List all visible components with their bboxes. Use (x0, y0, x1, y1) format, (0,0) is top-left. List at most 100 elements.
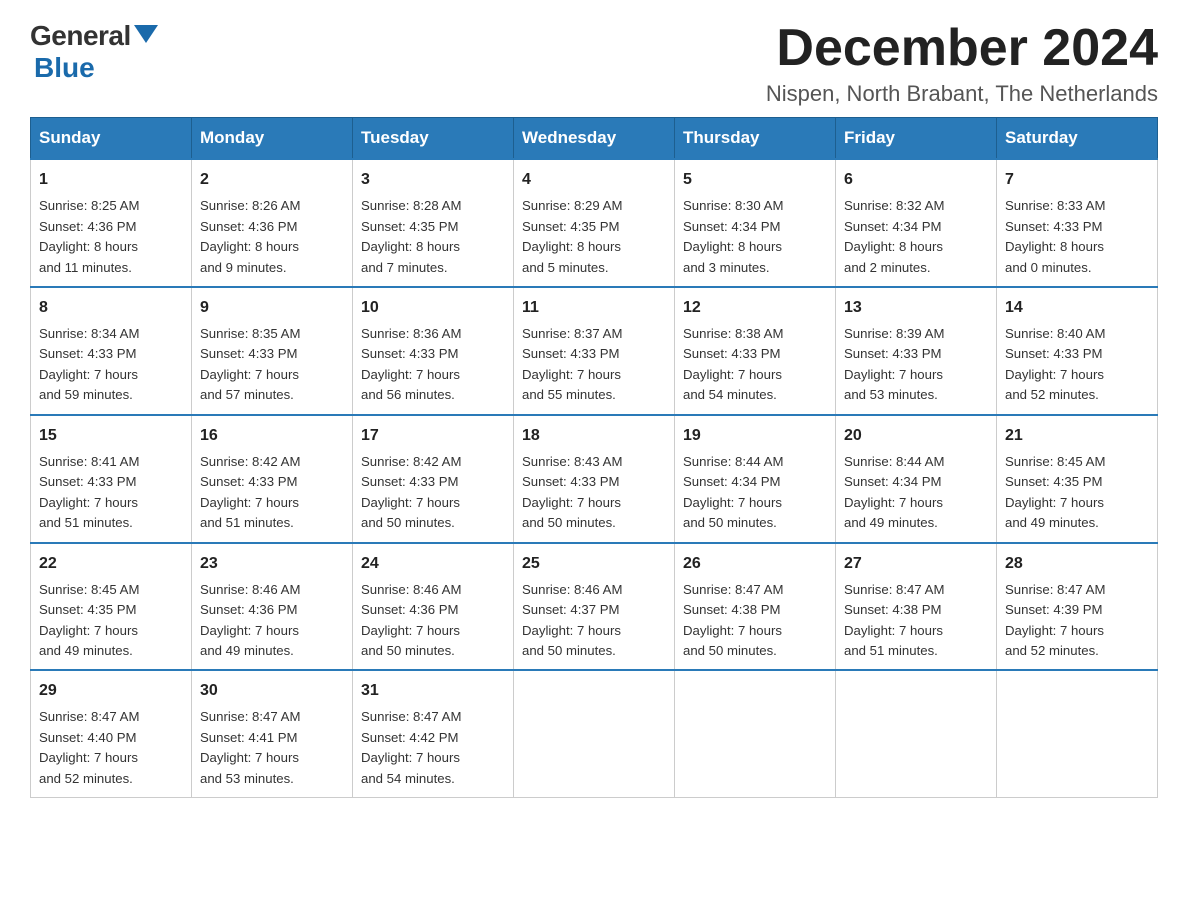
day-info: Sunrise: 8:33 AMSunset: 4:33 PMDaylight:… (1005, 198, 1105, 274)
calendar-cell (675, 670, 836, 797)
day-info: Sunrise: 8:47 AMSunset: 4:41 PMDaylight:… (200, 709, 300, 785)
calendar-cell: 5 Sunrise: 8:30 AMSunset: 4:34 PMDayligh… (675, 159, 836, 287)
calendar-cell: 27 Sunrise: 8:47 AMSunset: 4:38 PMDaylig… (836, 543, 997, 671)
day-number: 3 (361, 168, 505, 192)
day-info: Sunrise: 8:34 AMSunset: 4:33 PMDaylight:… (39, 326, 139, 402)
calendar-cell: 15 Sunrise: 8:41 AMSunset: 4:33 PMDaylig… (31, 415, 192, 543)
day-info: Sunrise: 8:37 AMSunset: 4:33 PMDaylight:… (522, 326, 622, 402)
day-info: Sunrise: 8:32 AMSunset: 4:34 PMDaylight:… (844, 198, 944, 274)
calendar-cell: 31 Sunrise: 8:47 AMSunset: 4:42 PMDaylig… (353, 670, 514, 797)
day-info: Sunrise: 8:26 AMSunset: 4:36 PMDaylight:… (200, 198, 300, 274)
day-number: 29 (39, 679, 183, 703)
day-number: 13 (844, 296, 988, 320)
weekday-header-friday: Friday (836, 118, 997, 160)
calendar-cell: 2 Sunrise: 8:26 AMSunset: 4:36 PMDayligh… (192, 159, 353, 287)
day-info: Sunrise: 8:44 AMSunset: 4:34 PMDaylight:… (844, 454, 944, 530)
day-number: 18 (522, 424, 666, 448)
day-info: Sunrise: 8:47 AMSunset: 4:38 PMDaylight:… (844, 582, 944, 658)
calendar-body: 1 Sunrise: 8:25 AMSunset: 4:36 PMDayligh… (31, 159, 1158, 798)
day-info: Sunrise: 8:25 AMSunset: 4:36 PMDaylight:… (39, 198, 139, 274)
logo-blue-text: Blue (34, 52, 95, 84)
day-number: 25 (522, 552, 666, 576)
day-info: Sunrise: 8:45 AMSunset: 4:35 PMDaylight:… (39, 582, 139, 658)
day-info: Sunrise: 8:29 AMSunset: 4:35 PMDaylight:… (522, 198, 622, 274)
calendar-cell: 20 Sunrise: 8:44 AMSunset: 4:34 PMDaylig… (836, 415, 997, 543)
calendar-cell: 8 Sunrise: 8:34 AMSunset: 4:33 PMDayligh… (31, 287, 192, 415)
calendar: SundayMondayTuesdayWednesdayThursdayFrid… (30, 117, 1158, 798)
day-info: Sunrise: 8:41 AMSunset: 4:33 PMDaylight:… (39, 454, 139, 530)
title-area: December 2024 Nispen, North Brabant, The… (766, 20, 1158, 107)
day-info: Sunrise: 8:39 AMSunset: 4:33 PMDaylight:… (844, 326, 944, 402)
calendar-cell: 28 Sunrise: 8:47 AMSunset: 4:39 PMDaylig… (997, 543, 1158, 671)
weekday-header-tuesday: Tuesday (353, 118, 514, 160)
logo: General Blue (30, 20, 158, 84)
calendar-cell (997, 670, 1158, 797)
calendar-cell: 7 Sunrise: 8:33 AMSunset: 4:33 PMDayligh… (997, 159, 1158, 287)
day-number: 31 (361, 679, 505, 703)
day-info: Sunrise: 8:47 AMSunset: 4:40 PMDaylight:… (39, 709, 139, 785)
day-info: Sunrise: 8:36 AMSunset: 4:33 PMDaylight:… (361, 326, 461, 402)
day-number: 2 (200, 168, 344, 192)
weekday-header-sunday: Sunday (31, 118, 192, 160)
day-info: Sunrise: 8:45 AMSunset: 4:35 PMDaylight:… (1005, 454, 1105, 530)
calendar-cell: 23 Sunrise: 8:46 AMSunset: 4:36 PMDaylig… (192, 543, 353, 671)
calendar-cell: 16 Sunrise: 8:42 AMSunset: 4:33 PMDaylig… (192, 415, 353, 543)
calendar-cell: 14 Sunrise: 8:40 AMSunset: 4:33 PMDaylig… (997, 287, 1158, 415)
day-info: Sunrise: 8:42 AMSunset: 4:33 PMDaylight:… (361, 454, 461, 530)
page-title: December 2024 (766, 20, 1158, 77)
day-number: 24 (361, 552, 505, 576)
calendar-cell: 18 Sunrise: 8:43 AMSunset: 4:33 PMDaylig… (514, 415, 675, 543)
day-info: Sunrise: 8:47 AMSunset: 4:42 PMDaylight:… (361, 709, 461, 785)
calendar-cell: 30 Sunrise: 8:47 AMSunset: 4:41 PMDaylig… (192, 670, 353, 797)
calendar-cell: 13 Sunrise: 8:39 AMSunset: 4:33 PMDaylig… (836, 287, 997, 415)
calendar-cell: 10 Sunrise: 8:36 AMSunset: 4:33 PMDaylig… (353, 287, 514, 415)
day-info: Sunrise: 8:47 AMSunset: 4:38 PMDaylight:… (683, 582, 783, 658)
day-number: 21 (1005, 424, 1149, 448)
calendar-cell: 29 Sunrise: 8:47 AMSunset: 4:40 PMDaylig… (31, 670, 192, 797)
day-number: 16 (200, 424, 344, 448)
day-info: Sunrise: 8:46 AMSunset: 4:36 PMDaylight:… (361, 582, 461, 658)
day-number: 9 (200, 296, 344, 320)
day-info: Sunrise: 8:42 AMSunset: 4:33 PMDaylight:… (200, 454, 300, 530)
logo-triangle-icon (134, 25, 158, 43)
subtitle: Nispen, North Brabant, The Netherlands (766, 81, 1158, 107)
day-info: Sunrise: 8:40 AMSunset: 4:33 PMDaylight:… (1005, 326, 1105, 402)
weekday-header-thursday: Thursday (675, 118, 836, 160)
day-number: 23 (200, 552, 344, 576)
day-number: 12 (683, 296, 827, 320)
calendar-cell: 9 Sunrise: 8:35 AMSunset: 4:33 PMDayligh… (192, 287, 353, 415)
day-number: 7 (1005, 168, 1149, 192)
day-info: Sunrise: 8:44 AMSunset: 4:34 PMDaylight:… (683, 454, 783, 530)
day-number: 22 (39, 552, 183, 576)
day-info: Sunrise: 8:35 AMSunset: 4:33 PMDaylight:… (200, 326, 300, 402)
calendar-cell: 17 Sunrise: 8:42 AMSunset: 4:33 PMDaylig… (353, 415, 514, 543)
calendar-cell: 4 Sunrise: 8:29 AMSunset: 4:35 PMDayligh… (514, 159, 675, 287)
day-info: Sunrise: 8:46 AMSunset: 4:37 PMDaylight:… (522, 582, 622, 658)
calendar-week-3: 15 Sunrise: 8:41 AMSunset: 4:33 PMDaylig… (31, 415, 1158, 543)
weekday-header-monday: Monday (192, 118, 353, 160)
calendar-cell: 19 Sunrise: 8:44 AMSunset: 4:34 PMDaylig… (675, 415, 836, 543)
calendar-week-5: 29 Sunrise: 8:47 AMSunset: 4:40 PMDaylig… (31, 670, 1158, 797)
day-number: 26 (683, 552, 827, 576)
calendar-cell: 3 Sunrise: 8:28 AMSunset: 4:35 PMDayligh… (353, 159, 514, 287)
calendar-cell: 21 Sunrise: 8:45 AMSunset: 4:35 PMDaylig… (997, 415, 1158, 543)
calendar-cell: 26 Sunrise: 8:47 AMSunset: 4:38 PMDaylig… (675, 543, 836, 671)
day-number: 10 (361, 296, 505, 320)
calendar-cell: 1 Sunrise: 8:25 AMSunset: 4:36 PMDayligh… (31, 159, 192, 287)
day-number: 11 (522, 296, 666, 320)
day-number: 4 (522, 168, 666, 192)
calendar-cell: 12 Sunrise: 8:38 AMSunset: 4:33 PMDaylig… (675, 287, 836, 415)
day-number: 1 (39, 168, 183, 192)
day-info: Sunrise: 8:46 AMSunset: 4:36 PMDaylight:… (200, 582, 300, 658)
calendar-week-4: 22 Sunrise: 8:45 AMSunset: 4:35 PMDaylig… (31, 543, 1158, 671)
day-number: 30 (200, 679, 344, 703)
day-number: 14 (1005, 296, 1149, 320)
day-number: 5 (683, 168, 827, 192)
day-info: Sunrise: 8:38 AMSunset: 4:33 PMDaylight:… (683, 326, 783, 402)
day-info: Sunrise: 8:30 AMSunset: 4:34 PMDaylight:… (683, 198, 783, 274)
logo-general-text: General (30, 20, 131, 52)
day-number: 8 (39, 296, 183, 320)
weekday-header-wednesday: Wednesday (514, 118, 675, 160)
calendar-week-1: 1 Sunrise: 8:25 AMSunset: 4:36 PMDayligh… (31, 159, 1158, 287)
day-number: 27 (844, 552, 988, 576)
